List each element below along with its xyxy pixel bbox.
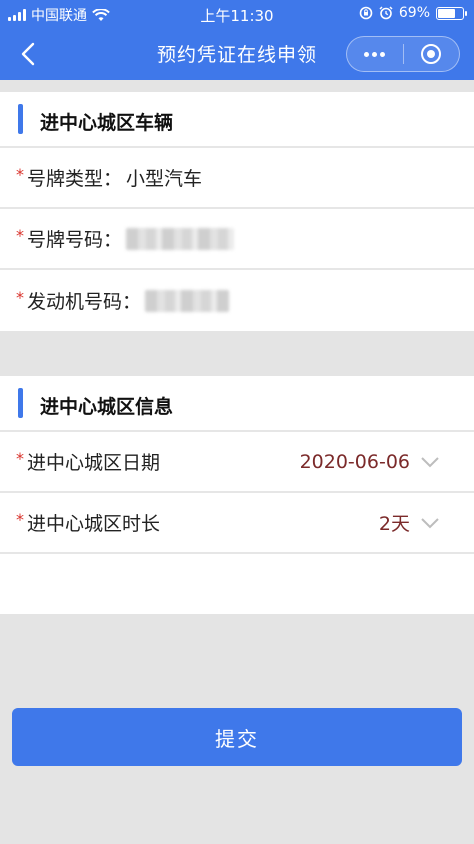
section-title: 进中心城区信息: [40, 396, 174, 418]
more-dots-icon: [364, 51, 386, 57]
chevron-down-icon: [421, 456, 439, 467]
status-bar: 中国联通 上午11:30 69%: [0, 0, 474, 28]
plate-number-redacted: [126, 227, 235, 250]
entry-date-row[interactable]: * 进中心城区日期 2020-06-06: [0, 432, 474, 493]
rotation-lock-icon: [359, 6, 373, 20]
entry-info-section: 进中心城区信息 * 进中心城区日期 2020-06-06 * 进中心城区时长 2…: [0, 376, 474, 614]
header-bar: 中国联通 上午11:30 69% 预约凭证在线申领: [0, 0, 474, 80]
target-icon: [421, 44, 442, 64]
battery-level: [438, 8, 455, 18]
entry-date-label: 进中心城区日期: [27, 452, 161, 474]
required-marker: *: [16, 226, 24, 245]
section-header: 进中心城区车辆: [0, 92, 474, 148]
chevron-down-icon: [421, 517, 439, 528]
entry-date-picker[interactable]: 2020-06-06: [300, 432, 440, 491]
entry-duration-picker[interactable]: 2天: [379, 493, 440, 552]
plate-type-label: 号牌类型：: [27, 168, 123, 190]
battery-icon: [436, 6, 467, 20]
close-miniprogram-button[interactable]: [404, 37, 460, 71]
entry-date-value: 2020-06-06: [299, 450, 410, 473]
entry-duration-value: 2天: [378, 513, 410, 535]
engine-number-label: 发动机号码：: [27, 291, 142, 313]
required-marker: *: [16, 288, 24, 307]
section-header: 进中心城区信息: [0, 376, 474, 432]
section-accent-bar: [18, 388, 23, 418]
nav-bar: 预约凭证在线申领: [0, 28, 474, 80]
status-right: 69%: [359, 5, 467, 21]
required-marker: *: [16, 449, 24, 468]
engine-number-row[interactable]: * 发动机号码：: [0, 270, 474, 331]
plate-type-row[interactable]: * 号牌类型： 小型汽车: [0, 148, 474, 209]
miniprogram-capsule: [346, 36, 460, 72]
required-marker: *: [16, 510, 24, 529]
engine-number-redacted: [145, 289, 230, 312]
submit-button[interactable]: 提交: [12, 708, 462, 766]
entry-duration-label: 进中心城区时长: [27, 513, 161, 535]
alarm-icon: [379, 6, 393, 20]
section-accent-bar: [18, 104, 23, 134]
battery-percent: 69%: [398, 5, 430, 21]
vehicle-section: 进中心城区车辆 * 号牌类型： 小型汽车 * 号牌号码： * 发动机号码：: [0, 92, 474, 331]
plate-number-row[interactable]: * 号牌号码：: [0, 209, 474, 270]
plate-type-value: 小型汽车: [126, 168, 203, 190]
more-button[interactable]: [347, 37, 403, 71]
section-title: 进中心城区车辆: [40, 112, 174, 134]
plate-number-label: 号牌号码：: [27, 229, 123, 251]
required-marker: *: [16, 165, 24, 184]
entry-duration-row[interactable]: * 进中心城区时长 2天: [0, 493, 474, 554]
